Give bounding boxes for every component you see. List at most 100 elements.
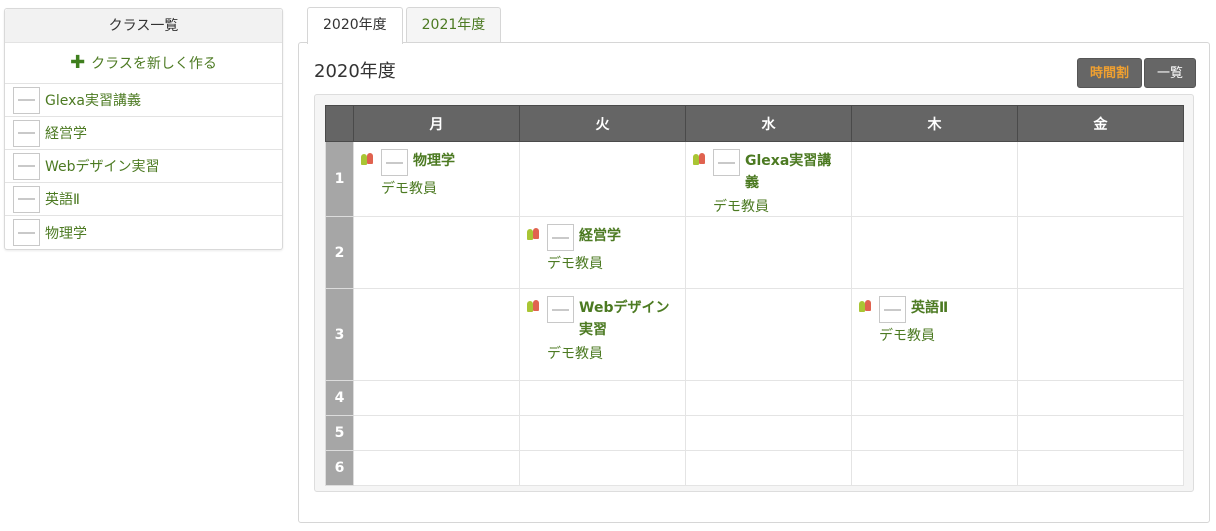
timetable-view-button[interactable]: 時間割 bbox=[1077, 58, 1143, 88]
timetable-cell[interactable] bbox=[685, 288, 852, 381]
year-tabs: 2020年度 2021年度 bbox=[307, 7, 502, 44]
create-class-button[interactable]: ✚ クラスを新しく作る bbox=[5, 43, 282, 84]
class-thumbnail-icon bbox=[547, 296, 574, 323]
timetable-cell[interactable]: Glexa実習講義 デモ教員 bbox=[685, 141, 852, 217]
lesson-entry: Glexa実習講義 デモ教員 bbox=[686, 142, 851, 216]
timetable-cell[interactable] bbox=[685, 380, 852, 416]
day-header-mon: 月 bbox=[353, 105, 520, 142]
class-item-label: 物理学 bbox=[45, 225, 87, 242]
lesson-name-link[interactable]: 物理学 bbox=[413, 150, 455, 172]
period-row: 1 物理学 デモ教員 Glexa実習講義 デモ教員 bbox=[325, 141, 1184, 217]
class-thumbnail-icon bbox=[13, 219, 40, 246]
lesson-name-link[interactable]: 英語Ⅱ bbox=[911, 297, 948, 319]
timetable-cell[interactable] bbox=[851, 415, 1018, 451]
class-item-label: Webデザイン実習 bbox=[45, 159, 160, 175]
timetable-cell[interactable] bbox=[519, 380, 686, 416]
period-row: 3 Webデザイン実習 デモ教員 英語Ⅱ デモ教員 bbox=[325, 288, 1184, 381]
lesson-teacher: デモ教員 bbox=[713, 199, 769, 215]
lesson-entry: 英語Ⅱ デモ教員 bbox=[852, 289, 1017, 345]
period-row: 2 経営学 デモ教員 bbox=[325, 216, 1184, 289]
class-thumbnail-icon bbox=[13, 152, 40, 180]
lesson-entry: 経営学 デモ教員 bbox=[520, 217, 685, 273]
period-label: 3 bbox=[325, 288, 354, 381]
timetable-cell[interactable]: 経営学 デモ教員 bbox=[519, 216, 686, 289]
period-row: 4 bbox=[325, 380, 1184, 416]
timetable-grid: 月 火 水 木 金 1 物理学 デモ教員 Glexa実習講義 デモ教員 2 経営… bbox=[325, 105, 1184, 486]
class-thumbnail-icon bbox=[547, 224, 574, 251]
list-view-button[interactable]: 一覧 bbox=[1144, 58, 1197, 88]
class-list-title: クラス一覧 bbox=[5, 9, 282, 43]
class-thumbnail-icon bbox=[713, 149, 740, 176]
class-thumbnail-icon bbox=[381, 149, 408, 176]
timetable-panel: 2020年度 時間割 一覧 月 火 水 木 金 1 物理学 デモ教員 Glexa… bbox=[298, 42, 1210, 523]
day-header-tue: 火 bbox=[519, 105, 686, 142]
page-title: 2020年度 bbox=[314, 61, 396, 82]
class-thumbnail-icon bbox=[13, 86, 40, 114]
day-header-thu: 木 bbox=[851, 105, 1018, 142]
timetable-cell[interactable] bbox=[851, 380, 1018, 416]
timetable-cell[interactable] bbox=[1017, 415, 1184, 451]
class-item-glexa[interactable]: Glexa実習講義 bbox=[5, 84, 282, 117]
day-header-wed: 水 bbox=[685, 105, 852, 142]
lesson-name-link[interactable]: 経営学 bbox=[579, 225, 621, 247]
period-label: 4 bbox=[325, 380, 354, 416]
timetable-cell[interactable] bbox=[353, 216, 520, 289]
lesson-name-link[interactable]: Webデザイン実習 bbox=[579, 297, 679, 341]
period-row: 6 bbox=[325, 450, 1184, 486]
class-list-panel: クラス一覧 ✚ クラスを新しく作る Glexa実習講義 経営学 Webデザイン実… bbox=[4, 8, 283, 250]
timetable-cell[interactable] bbox=[353, 450, 520, 486]
timetable-cell[interactable] bbox=[353, 415, 520, 451]
class-thumbnail-icon bbox=[13, 185, 40, 213]
timetable-cell[interactable] bbox=[519, 450, 686, 486]
lesson-teacher: デモ教員 bbox=[381, 181, 437, 197]
period-label: 2 bbox=[325, 216, 354, 289]
class-item-management[interactable]: 経営学 bbox=[5, 117, 282, 150]
timetable-cell[interactable] bbox=[851, 216, 1018, 289]
class-item-label: Glexa実習講義 bbox=[45, 93, 141, 109]
lesson-entry: 物理学 デモ教員 bbox=[354, 142, 519, 198]
timetable-cell[interactable] bbox=[1017, 216, 1184, 289]
timetable-cell[interactable] bbox=[1017, 450, 1184, 486]
period-label: 1 bbox=[325, 141, 354, 217]
class-item-label: 英語Ⅱ bbox=[45, 192, 80, 208]
class-thumbnail-icon bbox=[13, 119, 40, 147]
class-item-label: 経営学 bbox=[45, 126, 87, 142]
class-thumbnail-icon bbox=[879, 296, 906, 323]
timetable-cell[interactable] bbox=[685, 450, 852, 486]
timetable-cell[interactable] bbox=[1017, 141, 1184, 217]
class-item-physics[interactable]: 物理学 bbox=[5, 216, 282, 249]
lesson-name-link[interactable]: Glexa実習講義 bbox=[745, 150, 845, 194]
timetable-container: 月 火 水 木 金 1 物理学 デモ教員 Glexa実習講義 デモ教員 2 経営… bbox=[314, 94, 1194, 492]
people-icon bbox=[527, 300, 541, 312]
timetable-cell[interactable]: 物理学 デモ教員 bbox=[353, 141, 520, 217]
class-item-webdesign[interactable]: Webデザイン実習 bbox=[5, 150, 282, 183]
people-icon bbox=[859, 300, 873, 312]
timetable-cell[interactable] bbox=[1017, 288, 1184, 381]
corner-cell bbox=[325, 105, 354, 142]
timetable-cell[interactable] bbox=[519, 415, 686, 451]
timetable-cell[interactable] bbox=[1017, 380, 1184, 416]
day-header-fri: 金 bbox=[1017, 105, 1184, 142]
timetable-cell[interactable] bbox=[353, 288, 520, 381]
timetable-cell[interactable] bbox=[519, 141, 686, 217]
people-icon bbox=[693, 153, 707, 165]
class-item-english2[interactable]: 英語Ⅱ bbox=[5, 183, 282, 216]
timetable-cell[interactable] bbox=[353, 380, 520, 416]
plus-icon: ✚ bbox=[70, 52, 86, 73]
lesson-entry: Webデザイン実習 デモ教員 bbox=[520, 289, 685, 363]
timetable-cell[interactable] bbox=[851, 141, 1018, 217]
period-row: 5 bbox=[325, 415, 1184, 451]
tab-2021[interactable]: 2021年度 bbox=[405, 7, 502, 43]
timetable-cell[interactable] bbox=[851, 450, 1018, 486]
people-icon bbox=[361, 153, 375, 165]
timetable-cell[interactable] bbox=[685, 216, 852, 289]
tab-2020[interactable]: 2020年度 bbox=[307, 7, 403, 44]
people-icon bbox=[527, 228, 541, 240]
lesson-teacher: デモ教員 bbox=[547, 346, 603, 362]
period-label: 6 bbox=[325, 450, 354, 486]
timetable-cell[interactable]: 英語Ⅱ デモ教員 bbox=[851, 288, 1018, 381]
create-class-label: クラスを新しく作る bbox=[91, 56, 217, 72]
timetable-cell[interactable]: Webデザイン実習 デモ教員 bbox=[519, 288, 686, 381]
timetable-cell[interactable] bbox=[685, 415, 852, 451]
lesson-teacher: デモ教員 bbox=[547, 256, 603, 272]
